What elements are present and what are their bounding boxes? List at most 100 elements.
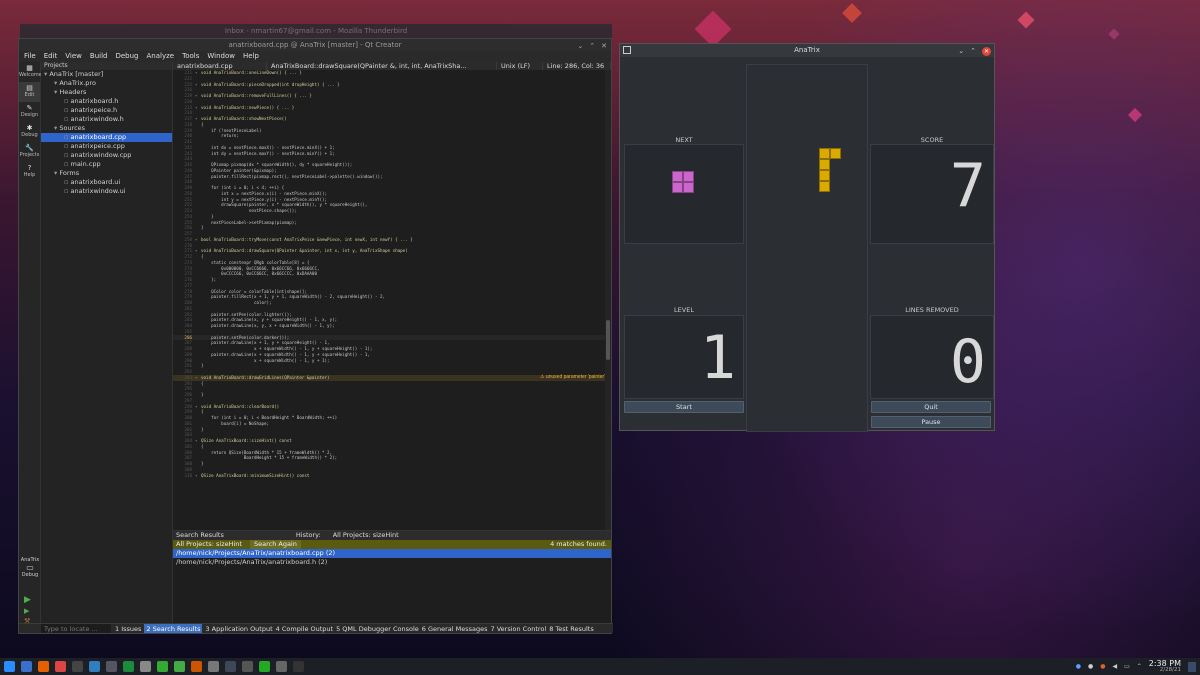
tree-item[interactable]: ▫ anatrixboard.h xyxy=(41,97,172,106)
editor-scrollbar[interactable] xyxy=(605,70,611,530)
edit-icon: ▤ xyxy=(26,84,33,92)
menu-item-window[interactable]: Window xyxy=(207,51,235,62)
tree-item[interactable]: ▫ anatrixboard.cpp xyxy=(41,133,172,142)
close-icon[interactable]: ✕ xyxy=(601,40,607,52)
anatrix-title-bar[interactable]: AnaTrix ⌄ ⌃ ✕ xyxy=(620,44,994,57)
show-desktop-icon[interactable] xyxy=(1188,661,1196,672)
tool-icon[interactable] xyxy=(276,661,287,672)
monitor-icon[interactable] xyxy=(140,661,151,672)
output-pane-button[interactable]: 1 Issues xyxy=(115,624,141,633)
chat2-icon[interactable] xyxy=(259,661,270,672)
output-pane-button[interactable]: 5 QML Debugger Console xyxy=(336,624,419,633)
pause-button[interactable]: Pause xyxy=(871,416,991,428)
code-editor[interactable]: anatrixboard.cpp AnaTrixBoard::drawSquar… xyxy=(173,62,611,530)
qtcreator-title-bar[interactable]: anatrixboard.cpp @ AnaTrix [master] - Qt… xyxy=(19,39,611,51)
symbol-selector[interactable]: AnaTrixBoard::drawSquare(QPainter &, int… xyxy=(267,62,497,70)
game-board[interactable] xyxy=(746,64,868,432)
output-pane-button[interactable]: 3 Application Output xyxy=(205,624,272,633)
maximize-icon[interactable]: ⌃ xyxy=(589,40,595,52)
chat-icon[interactable] xyxy=(157,661,168,672)
settings-icon[interactable] xyxy=(89,661,100,672)
browser-icon[interactable] xyxy=(55,661,66,672)
app2-icon[interactable] xyxy=(174,661,185,672)
mode-help[interactable]: ? Help xyxy=(19,162,40,182)
match-count: 4 matches found. xyxy=(550,540,607,548)
files-icon[interactable] xyxy=(21,661,32,672)
app3-icon[interactable] xyxy=(191,661,202,672)
output-pane-button[interactable]: 8 Test Results xyxy=(549,624,594,633)
menu-item-analyze[interactable]: Analyze xyxy=(147,51,175,62)
tray-updates-icon[interactable]: ● xyxy=(1100,663,1105,670)
project-tree: ▾ AnaTrix [master] ▾ AnaTrix.pro ▾ Headers… xyxy=(41,70,172,196)
anatrix-icon[interactable] xyxy=(293,661,304,672)
tree-item[interactable]: ▫ anatrixwindow.h xyxy=(41,115,172,124)
tree-item[interactable]: ▾ Sources xyxy=(41,124,172,133)
kde-menu-icon[interactable] xyxy=(4,661,15,672)
run-icon[interactable]: ▶ xyxy=(24,595,31,605)
menu-item-build[interactable]: Build xyxy=(90,51,108,62)
tray-battery-icon[interactable]: ▭ xyxy=(1124,663,1130,670)
thunderbird-window-title[interactable]: Inbox - nmartin67@gmail.com - Mozilla Th… xyxy=(20,24,612,38)
code-area[interactable]: 221 ▾ void AnaTrixBoard::oneLineDown() { .… xyxy=(173,70,611,530)
menu-item-tools[interactable]: Tools xyxy=(182,51,199,62)
terminal-icon[interactable] xyxy=(72,661,83,672)
tree-item[interactable]: ▫ main.cpp xyxy=(41,160,172,169)
tree-item[interactable]: ▾ Forms xyxy=(41,169,172,178)
search-result-item[interactable]: /home/nick/Projects/AnaTrix/anatrixboard… xyxy=(173,549,611,558)
tree-item[interactable]: ▫ anatrixwindow.cpp xyxy=(41,151,172,160)
tray-network-icon[interactable]: ● xyxy=(1076,663,1081,670)
menu-item-file[interactable]: File xyxy=(24,51,36,62)
minimize-icon[interactable]: ⌄ xyxy=(577,40,583,52)
output-pane-button[interactable]: 7 Version Control xyxy=(491,624,547,633)
mode-welcome[interactable]: ▦ Welcome xyxy=(19,62,42,82)
design-icon: ✎ xyxy=(26,104,33,112)
file-tab[interactable]: anatrixboard.cpp xyxy=(173,62,267,70)
tray-volume-icon[interactable]: ◀ xyxy=(1112,663,1117,670)
locator-input[interactable]: Type to locate ... xyxy=(41,624,111,633)
search-result-item[interactable]: /home/nick/Projects/AnaTrix/anatrixboard… xyxy=(173,558,611,567)
tray-bluetooth-icon[interactable]: ● xyxy=(1088,663,1093,670)
tree-item[interactable]: ▫ anatrixboard.ui xyxy=(41,178,172,187)
tree-item[interactable]: ▫ anatrixpeice.cpp xyxy=(41,142,172,151)
app4-icon[interactable] xyxy=(242,661,253,672)
history-select[interactable]: All Projects: sizeHint xyxy=(333,531,399,540)
scrollbar-thumb[interactable] xyxy=(606,320,610,360)
start-button[interactable]: Start xyxy=(624,401,744,413)
game-icon[interactable] xyxy=(123,661,134,672)
tree-item[interactable]: ▫ anatrixwindow.ui xyxy=(41,187,172,196)
search-again-button[interactable]: Search Again xyxy=(249,540,301,549)
tree-item[interactable]: ▫ anatrixpeice.h xyxy=(41,106,172,115)
close-icon[interactable]: ✕ xyxy=(982,47,991,56)
firefox-icon[interactable] xyxy=(38,661,49,672)
app-icon[interactable] xyxy=(106,661,117,672)
clock[interactable]: 2:38 PM 2/28/21 xyxy=(1149,659,1181,674)
output-pane-button[interactable]: 2 Search Results xyxy=(144,624,203,633)
tree-item[interactable]: ▾ Headers xyxy=(41,88,172,97)
projects-pane-header[interactable]: Projects xyxy=(41,62,172,70)
line-ending-selector[interactable]: Unix (LF) xyxy=(497,62,543,70)
editor-icon[interactable] xyxy=(225,661,236,672)
mode-debug[interactable]: ✱ Debug xyxy=(19,122,40,142)
output-pane-button[interactable]: 4 Compile Output xyxy=(276,624,333,633)
tree-item[interactable]: ▾ AnaTrix.pro xyxy=(41,79,172,88)
mode-projects[interactable]: 🔧 Projects xyxy=(19,142,40,162)
menu-item-edit[interactable]: Edit xyxy=(44,51,58,62)
mode-design[interactable]: ✎ Design xyxy=(19,102,40,122)
output-pane-button[interactable]: 6 General Messages xyxy=(422,624,488,633)
mode-edit[interactable]: ▤ Edit xyxy=(19,82,40,102)
menu-item-help[interactable]: Help xyxy=(243,51,259,62)
tray-expand-icon[interactable]: ⌃ xyxy=(1137,663,1142,670)
menu-item-view[interactable]: View xyxy=(65,51,82,62)
code-text: void AnaTrixBoard::showNextPiece() xyxy=(201,116,287,121)
tree-item[interactable]: ▾ AnaTrix [master] xyxy=(41,70,172,79)
qtcreator-icon[interactable] xyxy=(208,661,219,672)
debug-run-icon[interactable]: ▶ xyxy=(24,607,29,615)
menu-item-debug[interactable]: Debug xyxy=(115,51,138,62)
kit-selector[interactable]: AnaTrix ▭ Debug xyxy=(19,557,41,578)
maximize-icon[interactable]: ⌃ xyxy=(970,45,976,58)
quit-button[interactable]: Quit xyxy=(871,401,991,413)
next-piece-block xyxy=(672,171,683,182)
code-text: color); xyxy=(201,300,272,305)
anatrix-logo-icon xyxy=(623,46,631,54)
minimize-icon[interactable]: ⌄ xyxy=(958,45,964,58)
